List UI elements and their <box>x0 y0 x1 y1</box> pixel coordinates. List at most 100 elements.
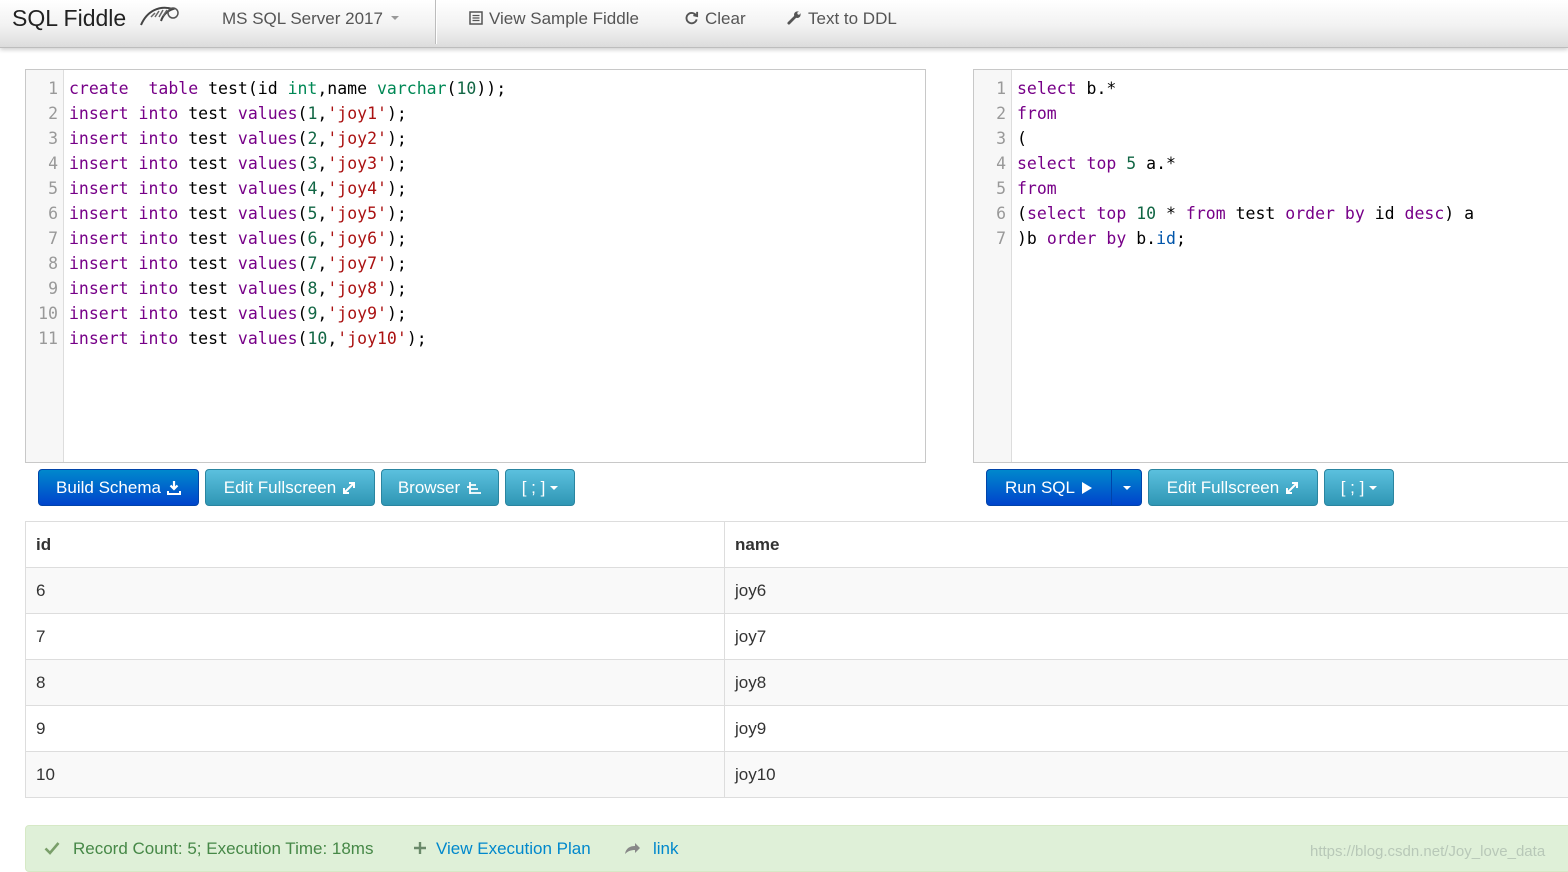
code-token: id <box>1364 204 1405 223</box>
code-token: insert <box>69 204 129 223</box>
code-token: ( <box>297 179 308 198</box>
code-token: insert <box>69 254 129 273</box>
view-execution-plan-link[interactable]: View Execution Plan <box>436 826 591 871</box>
table-row: 8 joy8 <box>25 659 1568 706</box>
permalink-link[interactable]: link <box>653 826 679 871</box>
clear-button[interactable]: Clear <box>684 9 746 29</box>
code-text: insert into test values(7,'joy7'); <box>69 251 407 276</box>
cell-id: 10 <box>25 751 725 798</box>
code-token: 'joy3' <box>327 154 387 173</box>
view-sample-fiddle-button[interactable]: View Sample Fiddle <box>469 9 639 29</box>
schema-edit-fullscreen-button[interactable]: Edit Fullscreen <box>205 469 375 506</box>
code-token: values <box>237 254 298 273</box>
code-line: 8 insert into test values(7,'joy7'); <box>26 251 925 276</box>
refresh-icon <box>685 11 699 25</box>
code-token: ); <box>386 129 407 148</box>
query-editor[interactable]: 1 select b.* 2 from 3(4 select top 5 a.* 5 from… <box>973 69 1568 463</box>
code-token: into <box>138 254 179 273</box>
dolphin-logo-icon <box>137 3 181 34</box>
code-token: , <box>317 279 328 298</box>
code-token: 1 <box>307 104 318 123</box>
run-sql-options-dropdown[interactable] <box>1111 469 1142 506</box>
results-table: id name 6 joy6 7 joy7 8 joy8 9 joy9 10 j… <box>25 521 1568 798</box>
code-token: order <box>1046 229 1097 248</box>
code-token: ( <box>297 104 308 123</box>
code-token: )); <box>476 79 507 98</box>
code-token: , <box>327 329 338 348</box>
code-token: ( <box>297 329 308 348</box>
cell-id: 6 <box>25 567 725 614</box>
line-number: 1 <box>996 79 1006 98</box>
code-line: 3 insert into test values(2,'joy2'); <box>26 126 925 151</box>
code-token: test <box>1225 204 1286 223</box>
cell-name: joy6 <box>724 567 1568 614</box>
line-number: 6 <box>996 204 1006 223</box>
run-sql-label: Run SQL <box>1005 478 1075 497</box>
query-edit-fullscreen-button[interactable]: Edit Fullscreen <box>1148 469 1318 506</box>
brand-title[interactable]: SQL Fiddle <box>12 5 126 32</box>
code-text: create table test(id int,name varchar(10… <box>69 76 506 101</box>
db-selector-dropdown[interactable]: MS SQL Server 2017 <box>222 9 399 29</box>
code-token: insert <box>69 304 129 323</box>
code-token: ); <box>386 254 407 273</box>
line-number: 1 <box>48 79 58 98</box>
code-text: select b.* <box>1017 76 1116 101</box>
line-number: 4 <box>48 154 58 173</box>
schema-terminator-label: [ ; ] <box>521 478 546 497</box>
code-token: select <box>1017 154 1077 173</box>
text-to-ddl-button[interactable]: Text to DDL <box>787 9 897 29</box>
schema-edit-fullscreen-label: Edit Fullscreen <box>223 478 337 497</box>
code-token: insert <box>69 154 129 173</box>
code-line: 11 insert into test values(10,'joy10'); <box>26 326 925 351</box>
code-token: test <box>178 329 238 348</box>
code-token: , <box>317 254 328 273</box>
line-number: 6 <box>48 204 58 223</box>
line-number: 4 <box>996 154 1006 173</box>
record-count-text: Record Count: 5; Execution Time: 18ms <box>73 839 374 858</box>
text-to-ddl-label: Text to DDL <box>808 9 897 28</box>
code-token: ); <box>386 104 407 123</box>
code-token: ( <box>297 279 308 298</box>
code-token: into <box>138 154 179 173</box>
plus-icon <box>413 826 427 871</box>
clear-label: Clear <box>705 9 746 28</box>
code-line: 1 select b.* <box>974 76 1568 101</box>
line-number: 7 <box>48 229 58 248</box>
code-text: select top 5 a.* <box>1017 151 1176 176</box>
query-terminator-dropdown[interactable]: [ ; ] <box>1324 469 1394 506</box>
code-text: insert into test values(2,'joy2'); <box>69 126 407 151</box>
code-token: from <box>1185 204 1226 223</box>
db-selector-label: MS SQL Server 2017 <box>222 9 383 28</box>
code-token: ( <box>446 79 457 98</box>
run-sql-button[interactable]: Run SQL <box>986 469 1112 506</box>
wrench-icon <box>787 11 801 25</box>
code-token: ( <box>1017 129 1027 148</box>
table-row: 6 joy6 <box>25 567 1568 614</box>
code-token: ); <box>386 204 407 223</box>
schema-code-area[interactable]: 1 create table test(id int,name varchar(1… <box>26 76 925 351</box>
schema-terminator-dropdown[interactable]: [ ; ] <box>505 469 575 506</box>
code-text: ( <box>1017 126 1027 151</box>
browser-button[interactable]: Browser <box>381 469 499 506</box>
code-token: into <box>138 179 179 198</box>
line-number: 8 <box>48 254 58 273</box>
code-token: test <box>178 204 238 223</box>
build-schema-button[interactable]: Build Schema <box>38 469 199 506</box>
code-text: )b order by b.id; <box>1017 226 1186 251</box>
code-text: insert into test values(10,'joy10'); <box>69 326 427 351</box>
code-token: 'joy4' <box>327 179 387 198</box>
query-code-area[interactable]: 1 select b.* 2 from 3(4 select top 5 a.* 5 from… <box>974 76 1568 251</box>
schema-editor[interactable]: 1 create table test(id int,name varchar(1… <box>25 69 926 463</box>
line-number: 2 <box>48 104 58 123</box>
code-token: values <box>237 304 298 323</box>
code-text: (select top 10 * from test order by id d… <box>1017 201 1474 226</box>
line-number: 3 <box>48 129 58 148</box>
